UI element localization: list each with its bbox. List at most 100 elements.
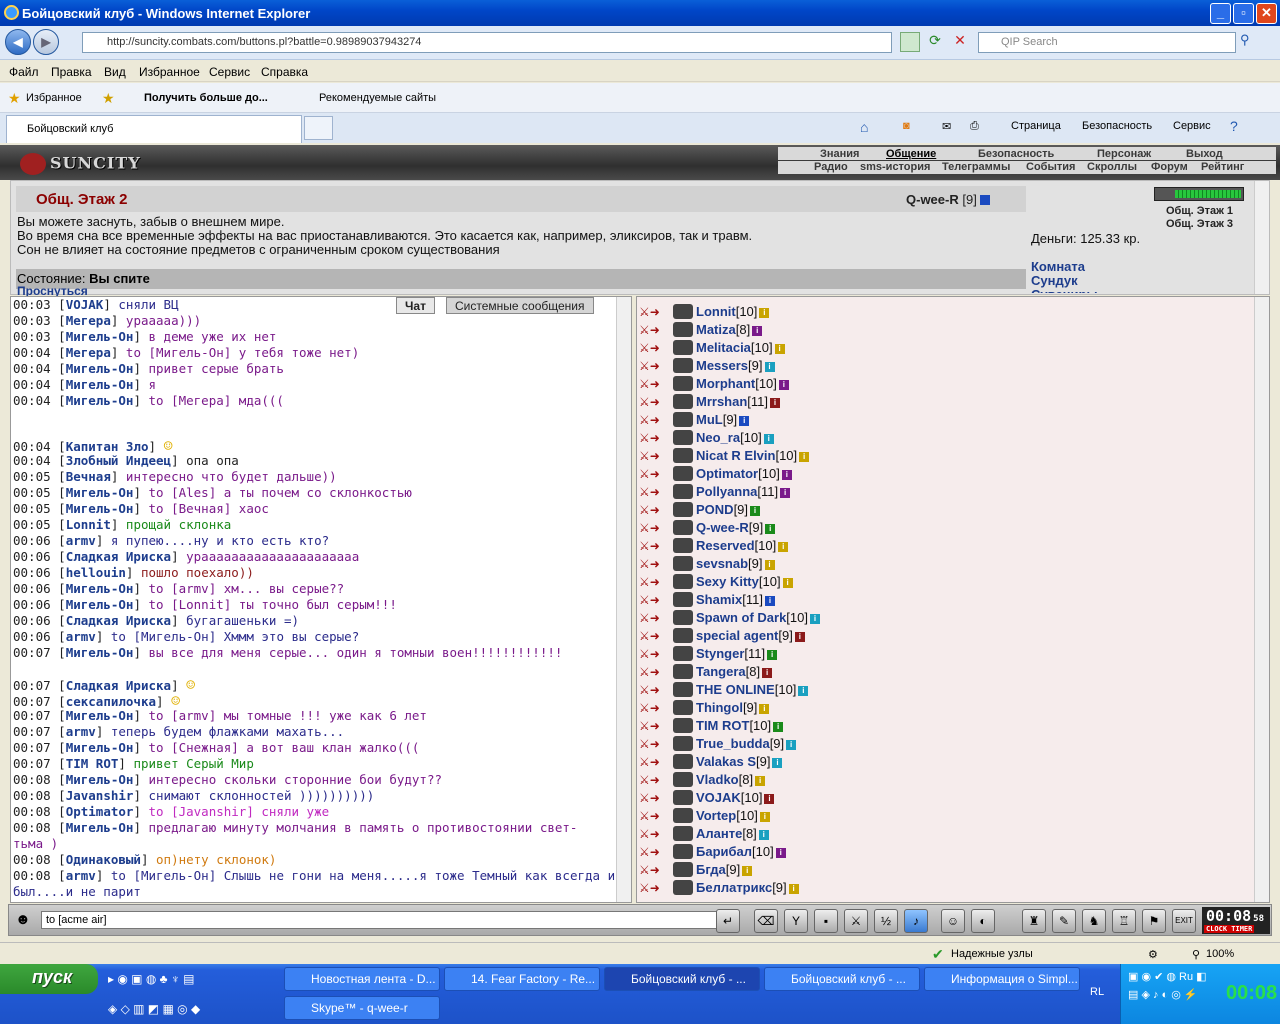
- zoom-icon[interactable]: ⚲: [1192, 948, 1200, 961]
- menu-help[interactable]: Справка: [261, 65, 308, 79]
- castle-icon[interactable]: ♖: [1112, 909, 1136, 933]
- user-name[interactable]: Morphant[10] i: [696, 376, 789, 391]
- nav-communication[interactable]: Общение: [886, 148, 936, 160]
- user-row[interactable]: ⚔➜ Thingol[9] i: [637, 699, 1247, 717]
- attack-icon[interactable]: ⚔➜: [639, 377, 667, 391]
- user-row[interactable]: ⚔➜ Vladko[8] i: [637, 771, 1247, 789]
- user-name[interactable]: MuL[9] i: [696, 412, 750, 427]
- language-indicator[interactable]: RL: [1090, 986, 1104, 998]
- chat-nick[interactable]: Мигель-Он: [66, 772, 134, 787]
- attack-icon[interactable]: ⚔➜: [639, 845, 667, 859]
- user-row[interactable]: ⚔➜ Shamix[11] i: [637, 591, 1247, 609]
- start-button[interactable]: пуск: [0, 964, 98, 994]
- search-icon[interactable]: ⚲: [1240, 32, 1260, 52]
- menu-favorites[interactable]: Избранное: [139, 65, 200, 79]
- attack-icon[interactable]: ⚔➜: [639, 359, 667, 373]
- user-name[interactable]: Аланте[8] i: [696, 826, 769, 841]
- attack-icon[interactable]: ⚔➜: [639, 737, 667, 751]
- tab-combats[interactable]: Бойцовский клуб: [6, 115, 302, 143]
- attack-icon[interactable]: ⚔➜: [639, 503, 667, 517]
- address-input[interactable]: http://suncity.combats.com/buttons.pl?ba…: [82, 32, 892, 53]
- chat-nick[interactable]: Мигель-Он: [66, 361, 134, 376]
- info-icon[interactable]: i: [773, 721, 784, 732]
- exit-icon[interactable]: EXIT: [1172, 909, 1196, 933]
- attack-icon[interactable]: ⚔➜: [639, 431, 667, 445]
- user-name[interactable]: THE ONLINE[10] i: [696, 682, 809, 697]
- user-row[interactable]: ⚔➜ Sexy Kitty[10] i: [637, 573, 1247, 591]
- translit-icon[interactable]: ½: [874, 909, 898, 933]
- chat-nick[interactable]: Мигель-Он: [66, 820, 134, 835]
- tray-icons[interactable]: ▣ ◉ ✔ ◍ Ru ◧: [1128, 970, 1207, 983]
- user-row[interactable]: ⚔➜ Беллатрикс[9] i: [637, 879, 1247, 897]
- feeds-icon[interactable]: ◙: [903, 120, 910, 132]
- get-more-addons[interactable]: Получить больше до...: [144, 92, 268, 104]
- info-icon[interactable]: i: [764, 361, 775, 372]
- attack-icon[interactable]: ⚔➜: [639, 881, 667, 895]
- user-name[interactable]: Spawn of Dark[10] i: [696, 610, 820, 625]
- user-name[interactable]: Neo_ra[10] i: [696, 430, 774, 445]
- attack-icon[interactable]: ⚔➜: [639, 827, 667, 841]
- mail-icon[interactable]: ✉: [942, 120, 951, 133]
- user-name[interactable]: Stynger[11] i: [696, 646, 778, 661]
- forward-button[interactable]: ▶: [33, 29, 59, 55]
- user-row[interactable]: ⚔➜ Optimator[10] i: [637, 465, 1247, 483]
- nav-events[interactable]: События: [1026, 161, 1075, 173]
- info-icon[interactable]: i: [788, 883, 799, 894]
- user-row[interactable]: ⚔➜ VOJAK[10] i: [637, 789, 1247, 807]
- user-row[interactable]: ⚔➜ Q-wee-R[9] i: [637, 519, 1247, 537]
- user-row[interactable]: ⚔➜ sevsnab[9] i: [637, 555, 1247, 573]
- tray-icons-2[interactable]: ▤ ◈ ♪ ◐ ◎ ⚡: [1128, 988, 1198, 1001]
- chat-nick[interactable]: Мигель-Он: [66, 581, 134, 596]
- user-name[interactable]: TIM ROT[10] i: [696, 718, 784, 733]
- nav-forum[interactable]: Форум: [1151, 161, 1188, 173]
- user-name[interactable]: Барибал[10] i: [696, 844, 786, 859]
- task-combats-1[interactable]: Бойцовский клуб - ...: [604, 967, 760, 991]
- user-name[interactable]: Matiza[8] i: [696, 322, 763, 337]
- home-icon[interactable]: ⌂: [860, 119, 868, 135]
- chat-nick[interactable]: Мигель-Он: [66, 597, 134, 612]
- user-row[interactable]: ⚔➜ Tangera[8] i: [637, 663, 1247, 681]
- tools-menu[interactable]: Сервис: [1173, 120, 1211, 132]
- user-row[interactable]: ⚔➜ Vortep[10] i: [637, 807, 1247, 825]
- chat-nick[interactable]: Javanshir: [66, 788, 134, 803]
- user-row[interactable]: ⚔➜ Барибал[10] i: [637, 843, 1247, 861]
- attack-icon[interactable]: ⚔➜: [639, 809, 667, 823]
- chat-nick[interactable]: Lonnit: [66, 517, 111, 532]
- info-icon[interactable]: i: [781, 469, 792, 480]
- user-name[interactable]: Tangera[8] i: [696, 664, 773, 679]
- user-row[interactable]: ⚔➜ THE ONLINE[10] i: [637, 681, 1247, 699]
- menu-view[interactable]: Вид: [104, 65, 126, 79]
- nav-sms[interactable]: sms-история: [860, 161, 930, 173]
- user-row[interactable]: ⚔➜ Stynger[11] i: [637, 645, 1247, 663]
- user-name[interactable]: Беллатрикс[9] i: [696, 880, 799, 895]
- user-row[interactable]: ⚔➜ Morphant[10] i: [637, 375, 1247, 393]
- new-tab-button[interactable]: [304, 116, 333, 140]
- user-row[interactable]: ⚔➜ Бгда[9] i: [637, 861, 1247, 879]
- user-row[interactable]: ⚔➜ Melitacia[10] i: [637, 339, 1247, 357]
- chat-nick[interactable]: armv: [66, 868, 96, 883]
- info-icon[interactable]: i: [774, 343, 785, 354]
- menu-file[interactable]: Файл: [9, 65, 39, 79]
- floor1-link[interactable]: Общ. Этаж 1: [1166, 205, 1233, 217]
- attack-icon[interactable]: ⚔➜: [639, 557, 667, 571]
- chat-nick[interactable]: сексапилочка: [66, 694, 156, 709]
- chat-nick[interactable]: Мегера: [66, 345, 111, 360]
- scroll-icon[interactable]: ✎: [1052, 909, 1076, 933]
- chat-input[interactable]: to [acme air]: [41, 911, 721, 929]
- chat-nick[interactable]: Мигель-Он: [66, 393, 134, 408]
- nav-character[interactable]: Персонаж: [1097, 148, 1151, 160]
- user-name[interactable]: Vladko[8] i: [696, 772, 766, 787]
- user-name[interactable]: True_budda[9] i: [696, 736, 797, 751]
- attack-icon[interactable]: ⚔➜: [639, 593, 667, 607]
- chat-nick[interactable]: Вечная: [66, 469, 111, 484]
- refresh-icon[interactable]: ⟳: [925, 32, 945, 52]
- user-row[interactable]: ⚔➜ Pollyanna[11] i: [637, 483, 1247, 501]
- user-name[interactable]: Vortep[10] i: [696, 808, 770, 823]
- info-icon[interactable]: i: [799, 451, 810, 462]
- attack-icon[interactable]: ⚔➜: [639, 683, 667, 697]
- task-skype[interactable]: Skype™ - q-wee-r: [284, 996, 440, 1020]
- user-row[interactable]: ⚔➜ Matiza[8] i: [637, 321, 1247, 339]
- music-icon[interactable]: ♪: [904, 909, 928, 933]
- attack-icon[interactable]: ⚔➜: [639, 647, 667, 661]
- attack-icon[interactable]: ⚔➜: [639, 665, 667, 679]
